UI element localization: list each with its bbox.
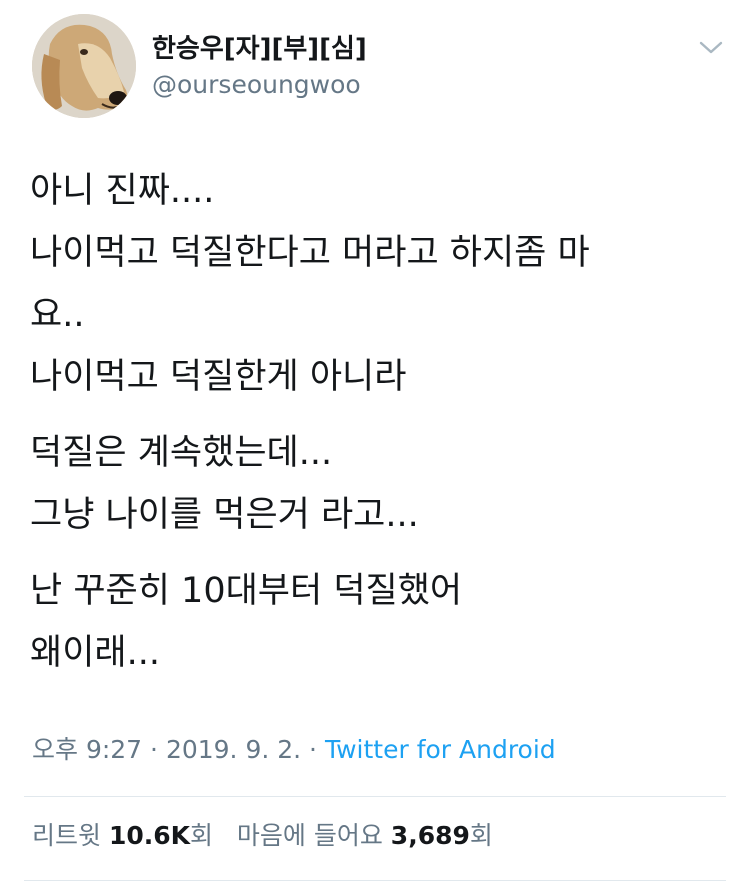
user-handle[interactable]: @ourseoungwoo: [152, 70, 361, 99]
tweet-line: 왜이래...: [30, 633, 160, 673]
retweets-unit: 회: [190, 821, 214, 850]
tweet-time[interactable]: 오후 9:27: [32, 735, 142, 764]
likes-label: 마음에 들어요: [236, 821, 383, 850]
tweet-stats: 리트윗 10.6K회 마음에 들어요 3,689회: [32, 816, 493, 852]
chevron-down-icon[interactable]: [698, 36, 724, 58]
retweets-stat[interactable]: 리트윗 10.6K회: [32, 821, 213, 850]
tweet-text: 아니 진짜.... 나이먹고 덕질한다고 머라고 하지좀 마 요.. 나이먹고 …: [30, 160, 710, 698]
tweet-date[interactable]: 2019. 9. 2.: [166, 735, 301, 764]
likes-count: 3,689: [390, 821, 470, 850]
retweets-count: 10.6K: [108, 821, 191, 850]
meta-separator: ·: [301, 735, 325, 764]
tweet-line: 그냥 나이를 먹은거 라고...: [30, 495, 419, 535]
tweet-source-link[interactable]: Twitter for Android: [325, 735, 556, 764]
tweet-line: 난 꾸준히 10대부터 덕질했어: [30, 571, 463, 611]
tweet-line: 나이먹고 덕질한게 아니라: [30, 357, 407, 397]
likes-stat[interactable]: 마음에 들어요 3,689회: [237, 821, 493, 850]
tweet-line: 아니 진짜....: [30, 171, 215, 211]
tweet-paragraph: 아니 진짜.... 나이먹고 덕질한다고 머라고 하지좀 마 요.. 나이먹고 …: [30, 160, 710, 408]
avatar[interactable]: [32, 14, 136, 118]
divider: [24, 880, 726, 881]
display-name[interactable]: 한승우[자][부][심]: [152, 28, 367, 65]
tweet-line: 요..: [30, 295, 85, 335]
dog-avatar-icon: [32, 14, 136, 118]
divider: [24, 796, 726, 797]
tweet-card: 한승우[자][부][심] @ourseoungwoo 아니 진짜.... 나이먹…: [0, 0, 750, 887]
tweet-line: 덕질은 계속했는데...: [30, 433, 333, 473]
tweet-paragraph: 난 꾸준히 10대부터 덕질했어 왜이래...: [30, 560, 710, 684]
tweet-line: 나이먹고 덕질한다고 머라고 하지좀 마: [30, 233, 590, 273]
retweets-label: 리트윗: [32, 821, 102, 850]
tweet-meta: 오후 9:27 · 2019. 9. 2. · Twitter for Andr…: [32, 730, 556, 766]
meta-separator: ·: [142, 735, 166, 764]
likes-unit: 회: [469, 821, 493, 850]
tweet-paragraph: 덕질은 계속했는데... 그냥 나이를 먹은거 라고...: [30, 422, 710, 546]
